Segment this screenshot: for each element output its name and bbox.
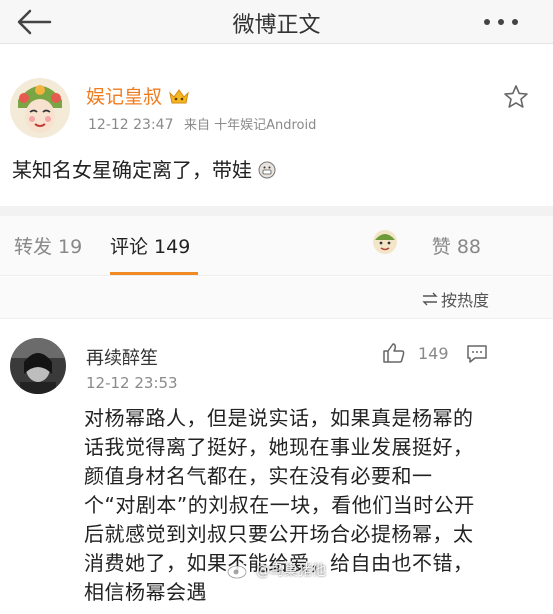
weibo-watermark: @鸟巢猪他 — [226, 560, 326, 580]
watermark-text: @鸟巢猪他 — [256, 563, 326, 579]
commenter-name[interactable]: 再续醉笙 — [86, 344, 158, 370]
like-face-icon[interactable] — [371, 228, 399, 256]
post-text: 某知名女星确定离了，带娃 — [12, 154, 276, 183]
section-divider — [0, 206, 553, 216]
emoji-icon — [258, 161, 276, 179]
post-source: 来自 十年娱记Android — [183, 118, 317, 133]
active-tab-indicator — [110, 272, 198, 275]
tab-like[interactable]: 赞 88 — [432, 232, 481, 259]
author-name[interactable]: 娱记皇叔 — [86, 82, 162, 109]
sort-bar: 按热度 — [0, 277, 553, 319]
post-time: 12-12 23:47 — [88, 117, 174, 133]
commenter-avatar[interactable] — [10, 338, 66, 394]
weibo-post: 娱记皇叔 12-12 23:47 来自 十年娱记Android 某知名女星确定离… — [0, 56, 553, 206]
thumbs-up-icon[interactable] — [382, 342, 406, 364]
star-outline-icon[interactable] — [503, 84, 529, 110]
comment-like-count: 149 — [418, 344, 449, 363]
sort-label: 按热度 — [440, 291, 489, 310]
author-avatar[interactable] — [10, 78, 70, 138]
tab-comment[interactable]: 评论 149 — [110, 232, 190, 259]
interaction-tabs: 转发 19 评论 149 赞 88 — [0, 216, 553, 276]
sort-icon — [422, 292, 438, 306]
reply-icon[interactable] — [466, 344, 488, 364]
post-meta: 12-12 23:47 来自 十年娱记Android — [88, 114, 316, 133]
author-row: 娱记皇叔 — [86, 82, 190, 109]
tab-repost[interactable]: 转发 19 — [14, 232, 82, 259]
post-text-content: 某知名女星确定离了，带娃 — [12, 158, 252, 182]
vip-badge-icon — [169, 88, 189, 103]
sort-by-hot-button[interactable]: 按热度 — [421, 287, 489, 311]
weibo-logo-icon — [227, 562, 250, 579]
comment-time: 12-12 23:53 — [86, 374, 178, 392]
nav-bar: 微博正文 — [0, 0, 553, 44]
page-title: 微博正文 — [232, 13, 321, 38]
more-dots-icon[interactable] — [479, 6, 523, 36]
